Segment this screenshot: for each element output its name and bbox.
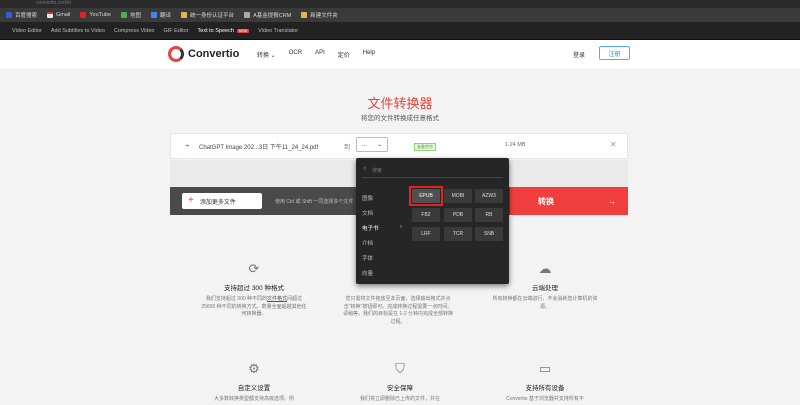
status-badge: 准备完毕	[414, 143, 436, 151]
maps-icon	[121, 12, 128, 18]
folder-icon	[301, 12, 308, 18]
search-icon: ⌕	[363, 166, 367, 172]
file-name: ChatGPT Image 202...3日 下午11_24_24.pdf	[199, 145, 319, 151]
format-option-tcr[interactable]: TCR	[444, 227, 472, 241]
login-link[interactable]: 登录	[573, 50, 585, 59]
add-more-files-button[interactable]: + 添加更多文件	[182, 193, 262, 209]
new-badge: NEW	[236, 28, 250, 33]
tool-gif-editor[interactable]: GIF Editor	[163, 28, 188, 34]
nav-pricing[interactable]: 定价	[338, 50, 350, 59]
page-title: 文件转换器	[367, 96, 433, 111]
format-option-azw3[interactable]: AZW3	[475, 189, 503, 203]
selection-highlight	[409, 186, 443, 206]
category-presentation[interactable]: 介档	[362, 239, 402, 247]
tools-bar: Video Editor Add Subtitles to Video Comp…	[0, 22, 800, 40]
format-search-placeholder: 搜索	[372, 168, 383, 174]
file-formats-link[interactable]: 文件格式	[267, 296, 287, 302]
feature-title: 支持所有设备	[525, 385, 565, 392]
format-option-fb2[interactable]: FB2	[412, 208, 440, 222]
feature-title: 安全保障	[387, 385, 413, 392]
file-size: 1.24 MB	[505, 142, 526, 148]
translate-icon	[151, 12, 158, 18]
format-select-value: ...	[361, 141, 367, 148]
feature-title: 云端处理	[532, 285, 558, 292]
chevron-down-icon: ⌄	[376, 142, 382, 148]
category-vector[interactable]: 向量	[362, 269, 402, 277]
format-option-rb[interactable]: RB	[475, 208, 503, 222]
nav-help[interactable]: Help	[363, 50, 375, 59]
url-text[interactable]: convertio.co/zh/	[36, 0, 71, 6]
remove-file-icon[interactable]: ✕	[610, 140, 617, 149]
tool-compress-video[interactable]: Compress Video	[114, 28, 155, 34]
brand-name: Convertio	[188, 48, 240, 60]
shield-icon: ⛉	[395, 361, 405, 376]
feature-title: 自定义设置	[237, 385, 271, 392]
format-search[interactable]: ⌕ 搜索	[362, 164, 503, 178]
nav-api[interactable]: API	[315, 50, 325, 59]
convertio-logo-icon	[168, 46, 184, 62]
format-option-lrf[interactable]: LRF	[412, 227, 440, 241]
pdf-file-icon: ⌁	[185, 141, 190, 150]
feature-desc: 我们将立即删除已上传的文件，并在	[359, 396, 440, 402]
format-option-mobi[interactable]: MOBI	[444, 189, 472, 203]
devices-icon: ▭	[538, 361, 552, 376]
bookmarks-bar: 百度搜索 Gmail YouTube 地图 翻译 统一身份认证平台 A基金提报C…	[0, 8, 800, 22]
bookmark-baidu[interactable]: 百度搜索	[6, 11, 37, 19]
bookmark-gmail[interactable]: Gmail	[47, 12, 70, 18]
tool-add-subtitles[interactable]: Add Subtitles to Video	[51, 28, 105, 34]
bookmark-maps[interactable]: 地图	[121, 11, 141, 19]
category-document[interactable]: 文档	[362, 209, 402, 217]
format-option-snb[interactable]: SNB	[475, 227, 503, 241]
feature-desc: 您只需将文件拖放至本页面，选择输出格式并点击"转换"按钮即可。完成转换过程需要一…	[343, 296, 454, 325]
bookmark-folder[interactable]: 新建文件夹	[301, 11, 338, 19]
tool-text-to-speech[interactable]: Text to Speech NEW	[198, 28, 250, 34]
tool-video-editor[interactable]: Video Editor	[12, 28, 42, 34]
arrow-right-icon: →	[608, 196, 616, 206]
feature-desc: 我们支持超过 300 种不同的文件格式间超过 25600 种不同的转换方式。数量…	[201, 296, 307, 317]
address-bar[interactable]: convertio.co/zh/	[0, 0, 800, 8]
cloud-icon: ☁	[538, 261, 552, 276]
multi-select-hint: 使用 Ctrl 或 Shift 一同选择多个文件	[275, 199, 354, 205]
to-label: 到	[344, 145, 351, 151]
convert-button[interactable]: 转换 →	[510, 187, 628, 215]
add-more-label: 添加更多文件	[199, 199, 236, 206]
category-image[interactable]: 图像	[362, 194, 402, 202]
category-ebook[interactable]: 电子书 ›	[362, 224, 402, 232]
main-nav: 转换 ⌄ OCR API 定价 Help	[257, 50, 375, 59]
tool-video-translator[interactable]: Video Translator	[258, 28, 298, 34]
bookmark-auth[interactable]: 统一身份认证平台	[181, 11, 234, 19]
bookmark-translate[interactable]: 翻译	[151, 11, 171, 19]
format-option-pdb[interactable]: PDB	[444, 208, 472, 222]
youtube-icon	[80, 12, 87, 18]
baidu-icon	[6, 12, 12, 18]
refresh-icon: ⟳	[248, 261, 260, 276]
nav-convert[interactable]: 转换 ⌄	[257, 50, 276, 59]
gmail-icon	[47, 12, 54, 18]
format-select[interactable]: ... ⌄	[356, 137, 388, 152]
folder-icon	[181, 12, 188, 18]
feature-desc: 大多数转换类型都支持高级选项。例	[213, 396, 294, 402]
bookmark-crm[interactable]: A基金提报CRM	[244, 11, 291, 19]
feature-title: 支持超过 300 种格式	[224, 285, 284, 292]
bookmark-youtube[interactable]: YouTube	[80, 12, 111, 18]
category-font[interactable]: 字体	[362, 254, 402, 262]
feature-desc: 所有转换都在云端进行，不会消耗您计算机的资源。	[492, 296, 598, 310]
nav-ocr[interactable]: OCR	[289, 50, 302, 59]
chevron-right-icon: ›	[400, 224, 402, 230]
brand-logo[interactable]: Convertio	[168, 46, 239, 62]
signup-button[interactable]: 注册	[599, 46, 630, 60]
convert-label: 转换	[538, 196, 554, 206]
settings-icon: ⚙	[248, 361, 260, 376]
page-subtitle: 将您的文件转换成任意格式	[361, 115, 439, 122]
feature-desc: Convertio 基于浏览器并支持所有平	[506, 396, 584, 402]
page-icon	[244, 12, 251, 18]
site-header	[0, 40, 800, 70]
plus-icon: +	[188, 195, 194, 206]
